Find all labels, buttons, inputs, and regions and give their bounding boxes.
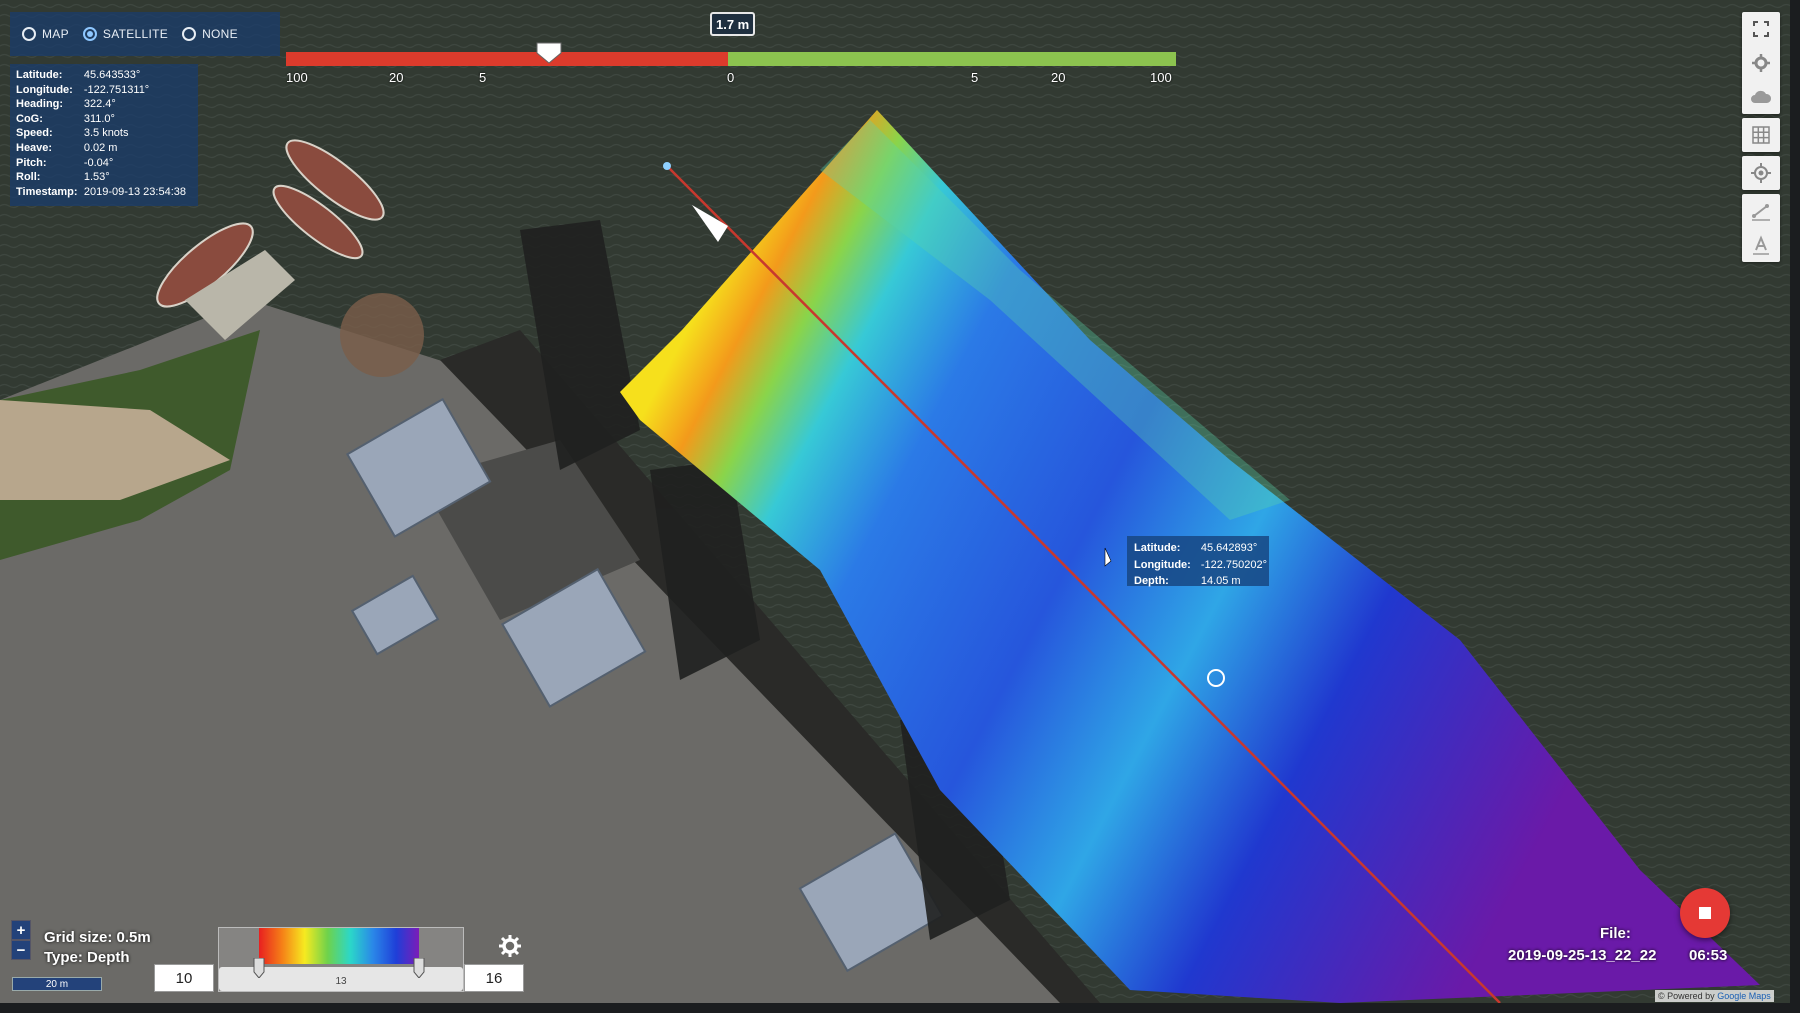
grid-icon[interactable] [1742,118,1780,152]
zoom-in-button[interactable]: + [11,920,31,940]
view-mode-selector: MAP SATELLITE NONE [10,12,280,56]
tooltip-depth-label: Depth: [1134,575,1169,587]
map-toolbar [1742,12,1780,266]
nav-label: Roll: [16,171,41,184]
view-mode-satellite[interactable]: SATELLITE [82,27,169,41]
nav-label: Pitch: [16,156,47,169]
nav-label: Heave: [16,141,53,154]
scale-thumb-handle[interactable] [535,41,563,65]
radio-selected-icon[interactable] [82,27,97,41]
nav-value: 322.4° [83,98,116,111]
nav-row-longitude: Longitude: -122.751311° [16,83,192,98]
scale-tick: 20 [1051,70,1066,85]
nav-value: 2019-09-13 23:54:38 [83,185,186,198]
nav-label: Heading: [16,98,64,111]
toolbar-group-draw [1742,194,1780,262]
grid-size-text: Grid size: 0.5m [44,929,151,946]
scale-positive-segment [728,52,1176,66]
text-icon[interactable] [1742,228,1780,262]
locate-icon[interactable] [1742,156,1780,190]
zoom-control: + − [11,920,31,960]
color-settings-icon[interactable] [498,934,522,958]
range-min-input[interactable]: 10 [154,964,214,992]
grid-type-text: Type: Depth [44,949,130,966]
nav-label: Longitude: [16,83,73,96]
depth-tooltip: Latitude: 45.642893° Longitude: -122.75020… [1127,536,1269,587]
app-window: MAP SATELLITE NONE Latitude: 45.643533° L… [0,0,1800,1013]
satellite-map[interactable]: MAP SATELLITE NONE Latitude: 45.643533° L… [0,0,1790,1003]
nav-row-timestamp: Timestamp: 2019-09-13 23:54:38 [16,185,192,200]
settings-icon[interactable] [1742,46,1780,80]
scale-negative-segment [286,52,728,66]
nav-row-heave: Heave: 0.02 m [16,141,192,156]
scale-tick: 5 [971,70,979,85]
toolbar-group-grid [1742,118,1780,152]
depth-offset-scale[interactable] [286,52,1176,66]
scale-tick: 0 [727,70,735,85]
toolbar-group-locate [1742,156,1780,190]
nav-label: Timestamp: [16,185,78,198]
nav-label: CoG: [16,112,43,125]
distance-scale: 20 m [12,977,102,991]
nav-label: Speed: [16,127,53,140]
file-time: 06:53 [1689,947,1728,964]
color-gradient [259,928,419,964]
color-range-panel: 13 [218,927,464,992]
file-label: File: [1600,925,1631,942]
radio-icon[interactable] [182,27,197,41]
nav-value: 1.53° [83,171,110,184]
view-mode-satellite-label: SATELLITE [102,27,169,41]
nav-label: Latitude: [16,69,63,81]
range-max-input[interactable]: 16 [464,964,524,992]
fullscreen-icon[interactable] [1742,12,1780,46]
nav-value: -122.751311° [83,83,150,96]
nav-value: 0.02 m [83,141,118,154]
measure-icon[interactable] [1742,194,1780,228]
scale-tick: 20 [389,70,404,85]
nav-row-latitude: Latitude: 45.643533° [16,68,192,83]
attribution-provider[interactable]: Google Maps [1717,991,1771,1001]
depth-value-label: 1.7 m [710,12,756,36]
toolbar-group-top [1742,12,1780,114]
tooltip-longitude: -122.750202° [1200,558,1268,571]
nav-value: -0.04° [83,156,114,169]
nav-value: 45.643533° [83,69,141,81]
zoom-out-button[interactable]: − [11,940,31,960]
cloud-icon[interactable] [1742,80,1780,114]
navigation-info-panel: Latitude: 45.643533° Longitude: -122.75131… [10,64,198,206]
nav-row-pitch: Pitch: -0.04° [16,156,192,171]
radio-icon[interactable] [22,27,36,41]
map-attribution[interactable]: © Powered by Google Maps [1655,990,1774,1002]
scale-tick: 100 [1150,70,1172,85]
tooltip-latitude: 45.642893° [1200,542,1258,554]
nav-value: 3.5 knots [83,127,129,140]
nav-value: 311.0° [83,112,115,125]
scale-tick: 100 [286,70,308,85]
tooltip-depth: 14.05 m [1200,575,1241,587]
nav-row-roll: Roll: 1.53° [16,170,192,185]
view-mode-none[interactable]: NONE [182,27,238,41]
view-mode-map[interactable]: MAP [22,27,69,41]
grid-info: Grid size: 0.5m Type: Depth [44,928,151,968]
range-mid-label: 13 [335,976,347,987]
attribution-prefix: © Powered by [1658,991,1715,1001]
nav-row-heading: Heading: 322.4° [16,97,192,112]
stop-recording-button[interactable] [1680,888,1730,938]
nav-row-cog: CoG: 311.0° [16,112,192,127]
file-name: 2019-09-25-13_22_22 [1508,947,1657,964]
range-max-handle[interactable] [413,958,425,978]
tooltip-longitude-label: Longitude: [1134,558,1191,571]
view-mode-none-label: NONE [202,27,238,41]
nav-row-speed: Speed: 3.5 knots [16,126,192,141]
map-imagery [0,0,1790,1003]
stop-icon [1699,907,1711,919]
range-min-handle[interactable] [253,958,265,978]
tooltip-latitude-label: Latitude: [1134,542,1181,554]
view-mode-map-label: MAP [42,27,69,41]
scale-tick: 5 [479,70,487,85]
